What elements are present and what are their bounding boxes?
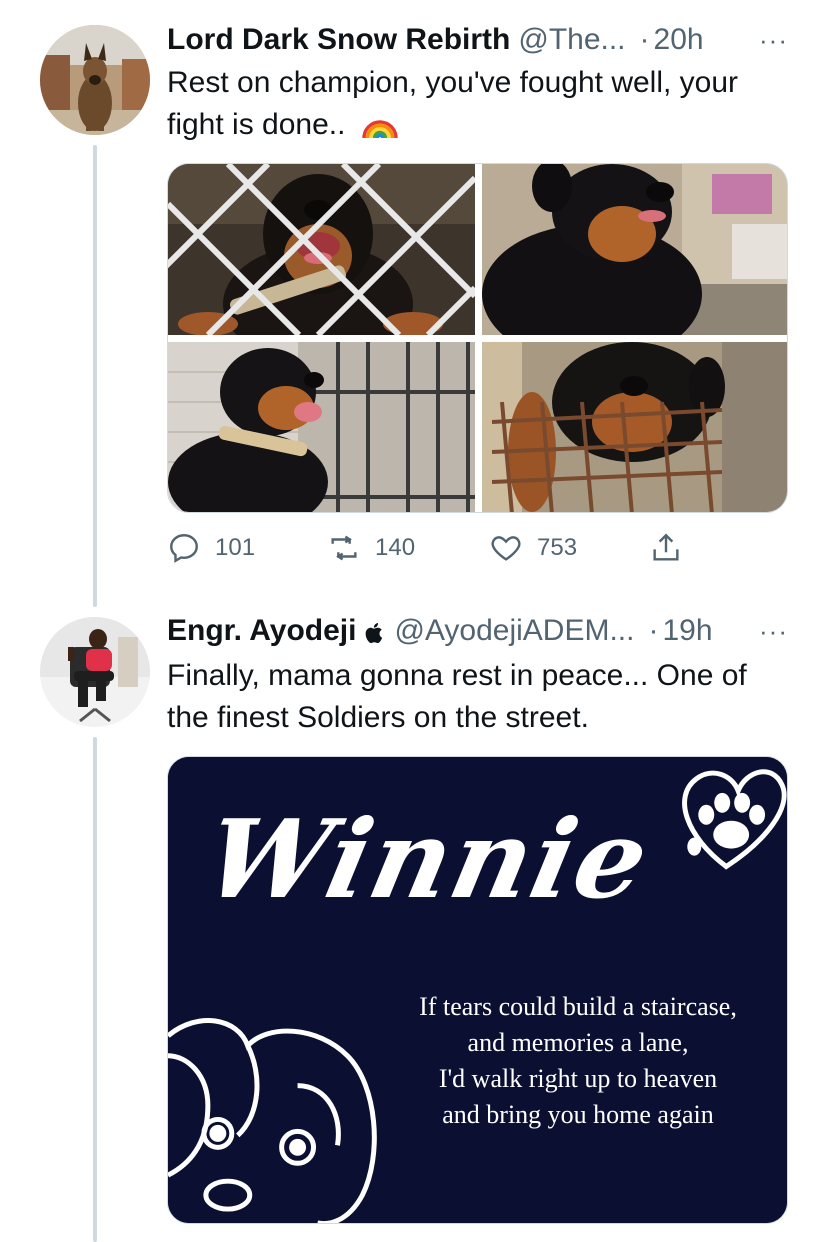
rainbow-icon (360, 104, 400, 140)
poem-line-1: If tears could build a staircase, (419, 992, 737, 1021)
share-icon (653, 533, 679, 561)
poem-text: If tears could build a staircase, and me… (388, 989, 768, 1133)
card-title: Winnie (194, 797, 661, 923)
photo-4[interactable] (482, 342, 787, 512)
photo-2[interactable] (482, 164, 787, 335)
photo-3[interactable] (168, 342, 475, 512)
timestamp[interactable]: 20h (654, 23, 704, 57)
like-button[interactable]: 753 (489, 528, 577, 568)
tweet-header: Engr. Ayodeji @AyodejiADEM... · 19h ··· (167, 611, 788, 651)
person-in-office-chair-avatar-image (40, 617, 150, 727)
tweet-body: Rest on champion, you've fought well, yo… (167, 66, 739, 141)
tweet-header: Lord Dark Snow Rebirth @The... · 20h ··· (167, 20, 788, 60)
retweet-count: 140 (375, 534, 416, 561)
poem-line-4: and bring you home again (442, 1100, 714, 1129)
separator-dot: · (639, 23, 650, 56)
poem-line-2: and memories a lane, (467, 1028, 689, 1057)
more-options-icon[interactable]: ··· (759, 616, 788, 647)
thread-line-2 (93, 737, 97, 1242)
tweet-text: Finally, mama gonna rest in peace... One… (167, 655, 788, 739)
apple-icon (364, 619, 386, 644)
reply-count: 101 (215, 534, 256, 561)
photo-1[interactable] (168, 164, 475, 335)
reply-icon (170, 534, 198, 563)
avatar[interactable] (40, 25, 150, 135)
separator-dot: · (648, 614, 659, 647)
avatar[interactable] (40, 617, 150, 727)
reply-button[interactable]: 101 (167, 528, 255, 568)
timestamp[interactable]: 19h (662, 614, 712, 648)
media-grid (167, 163, 788, 513)
tweet-actions: 101 140 753 (167, 528, 707, 568)
author-name[interactable]: Lord Dark Snow Rebirth (167, 23, 510, 57)
more-options-icon[interactable]: ··· (759, 25, 788, 56)
thread-line-1 (93, 145, 97, 607)
poem-line-3: I'd walk right up to heaven (438, 1064, 718, 1093)
retweet-icon (331, 535, 357, 561)
german-shepherd-avatar-image (40, 25, 150, 135)
memorial-card-image[interactable]: Winnie If tears could build a staircase,… (167, 756, 788, 1224)
tweet-body: Finally, mama gonna rest in peace... One… (167, 659, 747, 734)
author-handle[interactable]: @AyodejiADEM... (394, 614, 634, 648)
heart-icon (491, 536, 521, 561)
share-button[interactable] (649, 528, 697, 568)
tweet-text: Rest on champion, you've fought well, yo… (167, 62, 788, 146)
author-name[interactable]: Engr. Ayodeji (167, 614, 356, 648)
retweet-button[interactable]: 140 (327, 528, 415, 568)
like-count: 753 (537, 534, 578, 561)
author-handle[interactable]: @The... (518, 23, 625, 57)
